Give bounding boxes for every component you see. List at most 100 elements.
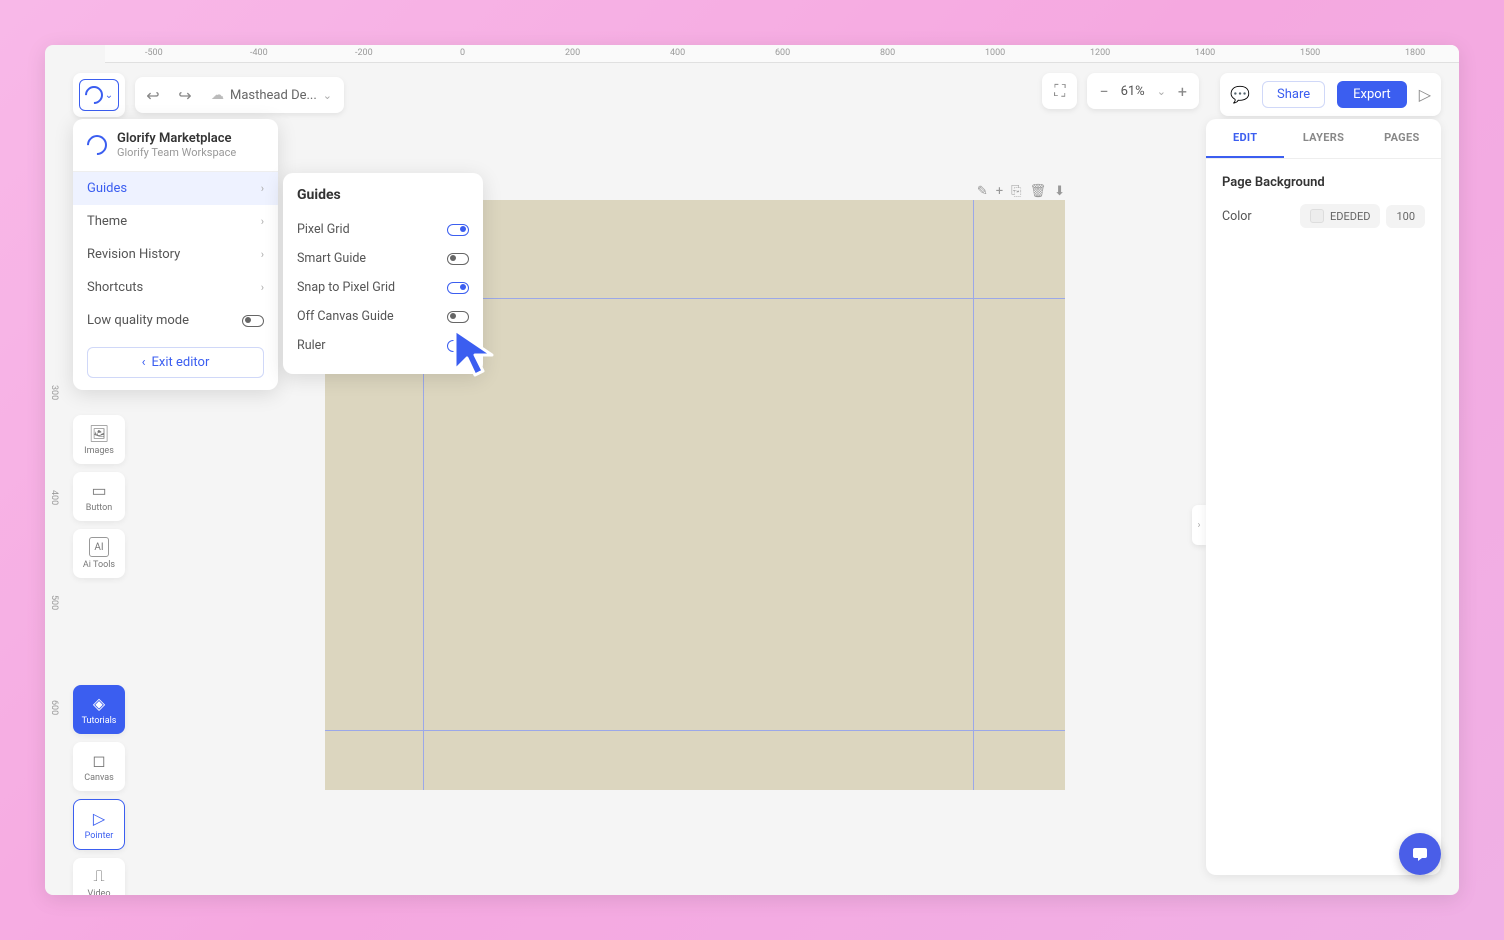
tab-layers[interactable]: LAYERS <box>1284 119 1362 158</box>
undo-button[interactable]: ↩ <box>141 83 165 107</box>
redo-button[interactable]: ↪ <box>173 83 197 107</box>
comment-icon[interactable]: 💬 <box>1230 85 1250 104</box>
share-button[interactable]: Share <box>1262 81 1325 108</box>
panel-tabs: EDIT LAYERS PAGES <box>1206 119 1441 159</box>
chevron-right-icon: › <box>261 215 264 228</box>
menu-item-theme[interactable]: Theme › <box>73 205 278 238</box>
submenu-item-snap[interactable]: Snap to Pixel Grid <box>297 273 469 302</box>
export-button[interactable]: Export <box>1337 81 1407 108</box>
chevron-left-icon: ‹ <box>142 355 146 370</box>
tool-label: Images <box>77 446 121 456</box>
chevron-down-icon[interactable]: ⌄ <box>1157 85 1166 98</box>
ruler-tick: 600 <box>775 48 790 58</box>
tool-label: Canvas <box>77 773 121 783</box>
toggle-snap[interactable] <box>447 282 469 294</box>
chat-support-button[interactable] <box>1399 833 1441 875</box>
menu-label: Revision History <box>87 247 180 262</box>
download-icon[interactable]: ⬇ <box>1054 184 1065 199</box>
chevron-right-icon: › <box>261 182 264 195</box>
submenu-item-smart-guide[interactable]: Smart Guide <box>297 244 469 273</box>
tool-label: Pointer <box>78 831 120 841</box>
color-swatch <box>1310 209 1324 223</box>
exit-label: Exit editor <box>152 355 210 370</box>
properties-panel: EDIT LAYERS PAGES Page Background Color … <box>1206 119 1441 875</box>
button-icon: ▭ <box>89 480 109 500</box>
submenu-item-pixel-grid[interactable]: Pixel Grid <box>297 215 469 244</box>
menu-item-low-quality[interactable]: Low quality mode <box>73 304 278 337</box>
copy-icon[interactable]: ⎘ <box>1011 184 1021 199</box>
play-icon[interactable]: ▷ <box>1419 85 1431 104</box>
ruler-tick: -400 <box>250 48 268 58</box>
zoom-value[interactable]: 61% <box>1121 84 1145 99</box>
ruler-tick: 1500 <box>1300 48 1320 58</box>
toggle-off-canvas[interactable] <box>447 311 469 323</box>
opacity-input[interactable]: 100 <box>1386 205 1425 228</box>
fit-icon[interactable]: ⛶ <box>1054 81 1065 101</box>
cursor-pointer-demo <box>450 325 510 389</box>
main-menu-button[interactable]: ⌄ <box>79 79 119 111</box>
color-value: EDEDED <box>1330 210 1370 223</box>
toggle-smart-guide[interactable] <box>447 253 469 265</box>
toggle-low-quality[interactable] <box>242 315 264 327</box>
tab-pages[interactable]: PAGES <box>1363 119 1441 158</box>
menu-item-shortcuts[interactable]: Shortcuts › <box>73 271 278 304</box>
tool-tutorials[interactable]: ◈ Tutorials <box>73 685 125 734</box>
ruler-tick: -500 <box>145 48 163 58</box>
submenu-label: Ruler <box>297 338 326 353</box>
ai-icon: AI <box>89 537 109 557</box>
app-window: -500 -400 -200 0 200 400 600 800 1000 12… <box>45 45 1459 895</box>
submenu-label: Pixel Grid <box>297 222 350 237</box>
tool-ai[interactable]: AI Ai Tools <box>73 529 125 578</box>
diamond-icon: ◈ <box>89 693 109 713</box>
tool-label: Video <box>77 889 121 895</box>
zoom-in-button[interactable]: + <box>1178 82 1187 101</box>
trash-icon[interactable]: 🗑 <box>1030 184 1047 199</box>
ruler-tick: 400 <box>670 48 685 58</box>
toggle-pixel-grid[interactable] <box>447 224 469 236</box>
guide-horizontal[interactable] <box>325 730 1065 731</box>
submenu-item-off-canvas[interactable]: Off Canvas Guide <box>297 302 469 331</box>
tool-label: Ai Tools <box>77 560 121 570</box>
color-input[interactable]: EDEDED <box>1300 204 1380 228</box>
chevron-right-icon: › <box>261 281 264 294</box>
add-icon[interactable]: + <box>996 184 1003 199</box>
wave-icon: ⎍ <box>89 866 109 886</box>
ruler-tick: 1000 <box>985 48 1005 58</box>
tool-canvas[interactable]: ◻ Canvas <box>73 742 125 791</box>
share-export-bar: 💬 Share Export ▷ <box>1220 73 1441 116</box>
canvas-toolbar: ✎ + ⎘ 🗑 ⬇ <box>977 184 1065 199</box>
menu-label: Shortcuts <box>87 280 143 295</box>
tool-video[interactable]: ⎍ Video <box>73 858 125 895</box>
menu-item-guides[interactable]: Guides › <box>73 172 278 205</box>
tool-pointer[interactable]: ▷ Pointer <box>73 799 125 850</box>
ruler-horizontal: -500 -400 -200 0 200 400 600 800 1000 12… <box>105 45 1459 63</box>
chevron-down-icon: ⌄ <box>105 90 113 101</box>
ruler-tick: 1400 <box>1195 48 1215 58</box>
zoom-out-button[interactable]: − <box>1099 82 1108 101</box>
ruler-tick: 1800 <box>1405 48 1425 58</box>
top-toolbar: ⌄ ↩ ↪ ☁ Masthead De... ⌄ <box>73 73 344 117</box>
submenu-label: Snap to Pixel Grid <box>297 280 395 295</box>
guide-vertical[interactable] <box>973 200 974 790</box>
chevron-down-icon: ⌄ <box>323 89 332 102</box>
tool-images[interactable]: 🖼 Images <box>73 415 125 464</box>
dropdown-header: Glorify Marketplace Glorify Team Workspa… <box>73 119 278 172</box>
tab-edit[interactable]: EDIT <box>1206 119 1284 158</box>
left-toolbox-top: 🖼 Images ▭ Button AI Ai Tools <box>73 415 125 578</box>
ruler-tick: 800 <box>880 48 895 58</box>
exit-editor-button[interactable]: ‹ Exit editor <box>87 347 264 378</box>
submenu-label: Smart Guide <box>297 251 366 266</box>
chat-icon <box>1410 844 1430 864</box>
edit-icon[interactable]: ✎ <box>977 184 988 199</box>
document-name[interactable]: ☁ Masthead De... ⌄ <box>205 88 338 103</box>
tool-label: Tutorials <box>77 716 121 726</box>
ruler-tick-v: 400 <box>49 490 59 505</box>
ruler-tick-v: 500 <box>49 595 59 610</box>
glorify-logo-icon <box>81 82 106 107</box>
collapse-panel-button[interactable]: › <box>1192 505 1206 545</box>
tool-button[interactable]: ▭ Button <box>73 472 125 521</box>
submenu-item-ruler[interactable]: Ruler <box>297 331 469 360</box>
menu-item-revision-history[interactable]: Revision History › <box>73 238 278 271</box>
ruler-tick: 0 <box>460 48 465 58</box>
menu-label: Guides <box>87 181 127 196</box>
